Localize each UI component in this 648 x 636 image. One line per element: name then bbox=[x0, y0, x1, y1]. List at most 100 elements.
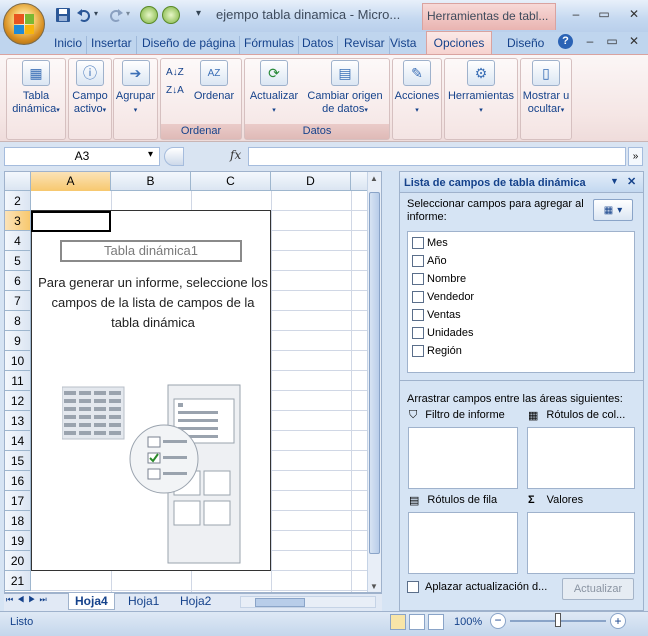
row-header-12[interactable]: 12 bbox=[5, 391, 31, 411]
insert-function-icon[interactable]: fx bbox=[230, 148, 241, 162]
row-header-7[interactable]: 7 bbox=[5, 291, 31, 311]
tab-formulas[interactable]: Fórmulas bbox=[240, 36, 300, 54]
row-header-8[interactable]: 8 bbox=[5, 311, 31, 331]
tab-datos[interactable]: Datos bbox=[298, 36, 339, 54]
tabla-dinamica-button[interactable]: ▦ Tabla dinámica▾ bbox=[8, 60, 64, 117]
page-break-view-icon[interactable] bbox=[428, 614, 444, 630]
defer-update-option[interactable]: Aplazar actualización d... bbox=[407, 581, 547, 593]
normal-view-icon[interactable] bbox=[390, 614, 406, 630]
campo-activo-button[interactable]: ⓘ Campo activo▾ bbox=[69, 60, 111, 117]
sort-az-icon[interactable]: A↓Z bbox=[166, 64, 184, 82]
row-header-5[interactable]: 5 bbox=[5, 251, 31, 271]
field-item[interactable]: Nombre bbox=[412, 270, 466, 288]
ordenar-button[interactable]: AZ Ordenar bbox=[190, 60, 238, 103]
sheet-tab-hoja2[interactable]: Hoja2 bbox=[174, 593, 217, 610]
field-checkbox[interactable] bbox=[412, 291, 424, 303]
row-header-10[interactable]: 10 bbox=[5, 351, 31, 371]
row-header-19[interactable]: 19 bbox=[5, 531, 31, 551]
horizontal-scrollbar[interactable] bbox=[240, 596, 376, 608]
ribbon-minimize-button[interactable]: – bbox=[582, 34, 598, 48]
row-header-9[interactable]: 9 bbox=[5, 331, 31, 351]
worksheet-grid[interactable]: A B C D 2 3 4 5 6 7 8 9 10 11 12 13 14 15 16 17 18 19 20 21… bbox=[4, 171, 382, 593]
actualizar-button[interactable]: ⟳ Actualizar ▾ bbox=[246, 60, 302, 117]
pane-close-icon[interactable]: ✕ bbox=[627, 175, 636, 188]
field-item[interactable]: Vendedor bbox=[412, 288, 474, 306]
row-header-3[interactable]: 3 bbox=[5, 211, 31, 231]
sort-quick-buttons[interactable]: A↓Z Z↓A bbox=[166, 64, 184, 100]
field-item[interactable]: Año bbox=[412, 252, 447, 270]
row-header-2[interactable]: 2 bbox=[5, 191, 31, 211]
next-sheet-icon[interactable]: ▶ bbox=[28, 595, 39, 604]
formula-bar-splitter[interactable] bbox=[164, 147, 184, 166]
update-button[interactable]: Actualizar bbox=[562, 578, 634, 600]
save-icon[interactable] bbox=[55, 7, 71, 23]
field-checkbox[interactable] bbox=[412, 327, 424, 339]
office-button[interactable] bbox=[3, 3, 45, 45]
tab-opciones[interactable]: Opciones bbox=[426, 31, 492, 55]
prev-sheet-icon[interactable]: ◀ bbox=[17, 595, 28, 604]
last-sheet-icon[interactable]: ⏭ bbox=[39, 595, 50, 604]
rows-area-drop[interactable] bbox=[408, 512, 518, 574]
field-item[interactable]: Región bbox=[412, 342, 462, 360]
zoom-slider-thumb[interactable] bbox=[555, 613, 561, 627]
tab-insertar[interactable]: Insertar bbox=[87, 36, 137, 54]
formula-input[interactable] bbox=[248, 147, 626, 166]
minimize-button[interactable]: – bbox=[568, 7, 584, 21]
tab-revisar[interactable]: Revisar bbox=[340, 36, 390, 54]
row-header-16[interactable]: 16 bbox=[5, 471, 31, 491]
zoom-level[interactable]: 100% bbox=[454, 616, 482, 628]
zoom-out-button[interactable]: − bbox=[490, 613, 506, 629]
row-header-15[interactable]: 15 bbox=[5, 451, 31, 471]
values-area-drop[interactable] bbox=[527, 512, 635, 574]
name-box-dropdown-icon[interactable]: ▾ bbox=[148, 149, 153, 160]
tab-diseno[interactable]: Diseño bbox=[503, 36, 548, 54]
pane-options-icon[interactable]: ▼ bbox=[610, 176, 619, 186]
h-scroll-thumb[interactable] bbox=[255, 598, 305, 607]
sheet-nav-buttons[interactable]: ⏮◀▶⏭ bbox=[6, 595, 51, 605]
row-header-13[interactable]: 13 bbox=[5, 411, 31, 431]
redo-icon[interactable] bbox=[108, 7, 124, 23]
quick-access-green-icon[interactable] bbox=[162, 6, 180, 24]
close-window-button[interactable]: ✕ bbox=[626, 7, 642, 21]
row-header-4[interactable]: 4 bbox=[5, 231, 31, 251]
column-header-c[interactable]: C bbox=[191, 172, 271, 191]
field-checkbox[interactable] bbox=[412, 255, 424, 267]
undo-icon[interactable] bbox=[76, 7, 92, 23]
tab-inicio[interactable]: Inicio bbox=[50, 36, 88, 54]
pivot-placeholder[interactable]: Tabla dinámica1 Para generar un informe,… bbox=[31, 210, 271, 571]
row-header-11[interactable]: 11 bbox=[5, 371, 31, 391]
column-header-d[interactable]: D bbox=[271, 172, 351, 191]
filter-area-drop[interactable] bbox=[408, 427, 518, 489]
row-header-14[interactable]: 14 bbox=[5, 431, 31, 451]
scroll-up-icon[interactable]: ▲ bbox=[370, 174, 378, 183]
ribbon-close-button[interactable]: ✕ bbox=[626, 34, 642, 48]
help-icon[interactable]: ? bbox=[558, 34, 573, 49]
row-header-18[interactable]: 18 bbox=[5, 511, 31, 531]
field-checkbox[interactable] bbox=[412, 237, 424, 249]
vertical-scrollbar[interactable]: ▲ ▼ bbox=[367, 172, 381, 592]
field-checkbox[interactable] bbox=[412, 273, 424, 285]
column-header-b[interactable]: B bbox=[111, 172, 191, 191]
field-checkbox[interactable] bbox=[412, 345, 424, 357]
scroll-down-icon[interactable]: ▼ bbox=[370, 582, 378, 591]
columns-area-drop[interactable] bbox=[527, 427, 635, 489]
first-sheet-icon[interactable]: ⏮ bbox=[6, 595, 17, 604]
name-box[interactable]: A3 bbox=[4, 147, 160, 166]
field-item[interactable]: Unidades bbox=[412, 324, 473, 342]
quick-access-green-icon[interactable] bbox=[140, 6, 158, 24]
sort-za-icon[interactable]: Z↓A bbox=[166, 82, 184, 100]
acciones-button[interactable]: ✎ Acciones ▾ bbox=[393, 60, 441, 117]
row-header-20[interactable]: 20 bbox=[5, 551, 31, 571]
ribbon-restore-button[interactable]: ▭ bbox=[604, 34, 620, 48]
page-layout-view-icon[interactable] bbox=[409, 614, 425, 630]
row-header-6[interactable]: 6 bbox=[5, 271, 31, 291]
customize-qat-icon[interactable]: ▾ bbox=[196, 8, 201, 19]
undo-dropdown-icon[interactable]: ▾ bbox=[94, 9, 98, 18]
cambiar-origen-button[interactable]: ▤ Cambiar origen de datos▾ bbox=[302, 60, 388, 117]
row-header-17[interactable]: 17 bbox=[5, 491, 31, 511]
tab-diseno-pagina[interactable]: Diseño de página bbox=[138, 36, 241, 54]
maximize-button[interactable]: ▭ bbox=[596, 7, 612, 21]
agrupar-button[interactable]: ➔ Agrupar ▾ bbox=[114, 60, 157, 117]
field-item[interactable]: Ventas bbox=[412, 306, 461, 324]
active-cell-a3[interactable] bbox=[31, 211, 111, 232]
